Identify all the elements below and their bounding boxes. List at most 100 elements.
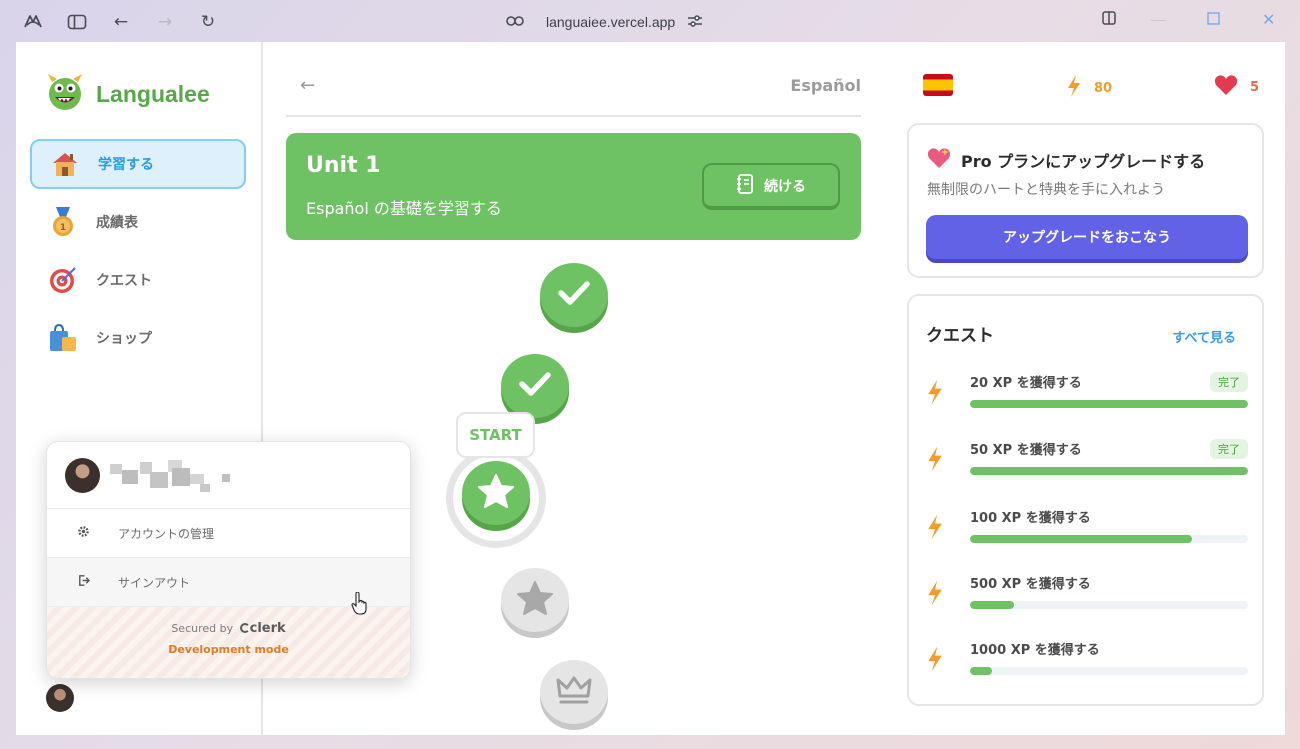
pro-title: Pro プランにアップグレードする: [927, 147, 1205, 173]
unit-title: Unit 1: [306, 153, 381, 178]
check-icon: [518, 371, 552, 401]
quest-progress-fill: [970, 467, 1248, 475]
quest-progress-bar: [970, 601, 1248, 609]
maximize-icon[interactable]: [1207, 10, 1220, 29]
split-view-icon[interactable]: [1102, 10, 1116, 29]
quest-label: 100 XP を獲得する: [970, 511, 1091, 526]
see-all-link[interactable]: すべて見る: [1172, 327, 1236, 346]
quest-progress-bar: [970, 467, 1248, 475]
monster-logo-icon: [46, 72, 84, 116]
star-icon: [477, 473, 515, 513]
quest-item: 20 XP を獲得する 完了: [926, 372, 1248, 422]
continue-button[interactable]: 続ける: [702, 163, 840, 210]
lightning-icon: [926, 513, 944, 545]
shopping-bag-icon: [48, 323, 78, 353]
quest-item: 1000 XP を獲得する: [926, 639, 1248, 689]
sidebar-item-label: 成績表: [96, 215, 138, 231]
forward-icon[interactable]: →: [154, 11, 176, 33]
house-icon: [50, 149, 80, 179]
user-avatar-button[interactable]: [46, 684, 74, 712]
site-settings-icon[interactable]: [687, 14, 703, 31]
close-icon[interactable]: ✕: [1262, 10, 1275, 29]
avatar: [65, 457, 100, 493]
browser-logo-icon[interactable]: [22, 11, 44, 33]
back-icon[interactable]: ←: [110, 11, 132, 33]
hand-cursor-icon: [351, 591, 369, 620]
sidebar-item-learn[interactable]: 学習する: [30, 139, 246, 189]
lightning-icon: [926, 579, 944, 611]
continue-label: 続ける: [764, 178, 806, 195]
sidebar-item-label: クエスト: [96, 273, 152, 289]
unit-description: Español の基礎を学習する: [306, 199, 502, 218]
lesson-node-completed[interactable]: [501, 354, 569, 418]
course-flag-button[interactable]: [923, 74, 953, 96]
clerk-logo-icon: [239, 623, 250, 633]
quest-progress-bar: [970, 400, 1248, 408]
lightning-icon: [926, 645, 944, 677]
quest-complete-badge: 完了: [1210, 372, 1248, 392]
notebook-icon: [736, 173, 754, 198]
sidebar-item-leaderboard[interactable]: 1 成績表: [30, 197, 246, 247]
lesson-node-completed[interactable]: [540, 263, 608, 327]
start-label: START: [456, 412, 535, 458]
back-arrow-icon[interactable]: ←: [300, 75, 315, 96]
course-language: Español: [790, 76, 861, 95]
url-text: languaiee.vercel.app: [546, 14, 676, 30]
sidebar-item-label: ショップ: [96, 331, 152, 347]
heart-icon: [1214, 74, 1238, 100]
development-mode-label: Development mode: [168, 643, 289, 656]
lesson-node-locked[interactable]: [501, 568, 569, 632]
manage-account-item[interactable]: アカウントの管理: [47, 509, 410, 558]
reload-icon[interactable]: ↻: [197, 11, 219, 33]
minimize-icon[interactable]: —: [1150, 10, 1166, 29]
quest-progress-fill: [970, 601, 1015, 609]
lesson-header: ← Español: [286, 42, 861, 117]
lightning-icon: [926, 378, 944, 410]
quest-progress-fill: [970, 667, 993, 675]
logo[interactable]: Langualee: [46, 72, 210, 116]
upgrade-button[interactable]: アップグレードをおこなう: [926, 215, 1248, 259]
quest-label: 20 XP を獲得する: [970, 376, 1082, 391]
quest-complete-badge: 完了: [1210, 439, 1248, 459]
pro-description: 無制限のハートと特典を手に入れよう: [927, 182, 1165, 198]
sidebar-item-shop[interactable]: ショップ: [30, 313, 246, 363]
address-bar[interactable]: languaiee.vercel.app: [506, 10, 703, 34]
gear-icon: [77, 525, 90, 541]
sign-out-icon: [77, 574, 91, 590]
svg-text:1: 1: [60, 223, 66, 233]
crown-icon: [556, 674, 592, 710]
lightning-icon: [926, 445, 944, 477]
quest-item: 50 XP を獲得する 完了: [926, 439, 1248, 489]
user-menu-popup: アカウントの管理 サインアウト Secured by clerk Develop…: [46, 441, 411, 679]
quest-label: 50 XP を獲得する: [970, 443, 1082, 458]
lesson-node-locked[interactable]: [540, 660, 608, 724]
user-stats: 80 5: [923, 74, 1267, 100]
quest-progress-fill: [970, 535, 1193, 543]
sidebar-item-quests[interactable]: クエスト: [30, 255, 246, 305]
sign-out-label: サインアウト: [118, 575, 191, 590]
logo-text: Langualee: [96, 80, 210, 107]
points-stat[interactable]: 80: [1066, 74, 1112, 102]
manage-account-label: アカウントの管理: [118, 526, 215, 541]
target-icon: [48, 265, 78, 295]
lightning-icon: [1066, 74, 1082, 102]
sidebar-toggle-icon[interactable]: [66, 11, 88, 33]
medal-icon: 1: [48, 207, 78, 237]
check-icon: [557, 280, 591, 310]
quest-label: 500 XP を獲得する: [970, 577, 1091, 592]
hearts-stat[interactable]: 5: [1214, 74, 1259, 100]
quest-progress-bar: [970, 667, 1248, 675]
unit-banner: Unit 1 Español の基礎を学習する 続ける: [286, 133, 861, 240]
link-icon: [506, 14, 524, 30]
spain-flag-icon: [923, 74, 953, 96]
blurred-username: [110, 458, 240, 493]
quest-label: 1000 XP を獲得する: [970, 643, 1100, 658]
star-icon: [516, 580, 554, 620]
sidebar-item-label: 学習する: [98, 157, 154, 173]
clerk-brand: clerk: [249, 621, 286, 636]
lesson-node-current[interactable]: [462, 461, 530, 525]
quest-progress-fill: [970, 400, 1248, 408]
quest-item: 100 XP を獲得する: [926, 507, 1248, 557]
quest-progress-bar: [970, 535, 1248, 543]
pro-upgrade-card: Pro プランにアップグレードする 無制限のハートと特典を手に入れよう アップグ…: [907, 123, 1264, 278]
